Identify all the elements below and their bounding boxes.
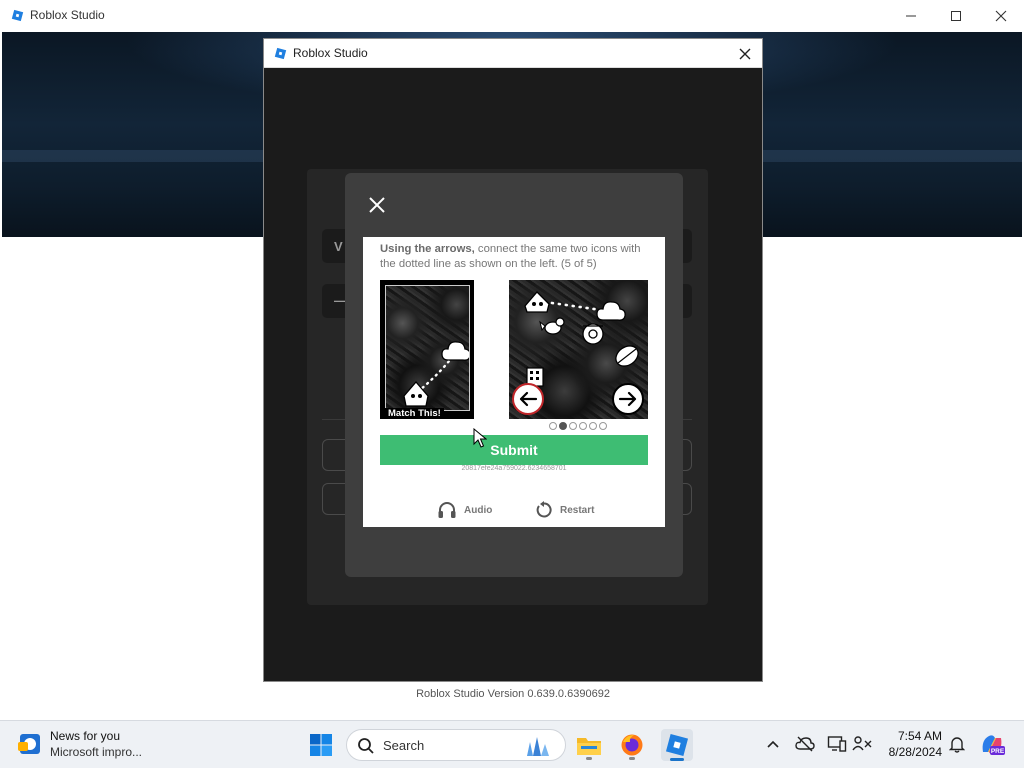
cloud-icon: [596, 301, 626, 321]
roblox-logo-icon: [11, 9, 24, 22]
restart-icon: [536, 501, 552, 518]
progress-dot: [579, 422, 587, 430]
arrow-right-icon: [618, 391, 637, 407]
minimize-button[interactable]: [888, 0, 934, 32]
audio-label: Audio: [464, 504, 493, 516]
bird-icon: [539, 317, 565, 335]
running-indicator: [629, 757, 635, 760]
submit-button[interactable]: Submit: [380, 435, 648, 465]
clock-time[interactable]: 7:54 AM: [880, 729, 942, 743]
progress-dot: [599, 422, 607, 430]
accessibility-status[interactable]: [851, 733, 873, 755]
outer-titlebar[interactable]: Roblox Studio: [0, 0, 1024, 32]
captcha-modal: Using the arrows, connect the same two i…: [345, 173, 683, 577]
close-icon: [995, 10, 1007, 22]
puzzle-image: [509, 280, 648, 419]
maximize-button[interactable]: [933, 0, 979, 32]
previous-arrow-button[interactable]: [512, 383, 544, 415]
mouse-cursor-icon: [473, 428, 487, 448]
copilot-button[interactable]: PRE: [976, 729, 1008, 761]
folder-icon: [577, 738, 601, 755]
news-widget-title[interactable]: News for you: [50, 729, 120, 743]
match-this-label: Match This!: [385, 408, 444, 419]
cloud-offline-icon: [795, 736, 815, 752]
news-widget-icon[interactable]: [16, 730, 44, 758]
close-icon: [369, 197, 385, 213]
show-hidden-icons-button[interactable]: [762, 733, 784, 755]
active-indicator: [670, 758, 684, 761]
dialog-titlebar[interactable]: Roblox Studio: [264, 39, 762, 68]
devices-icon: [827, 736, 847, 752]
roblox-studio-icon: [665, 733, 689, 757]
chevron-up-icon: [767, 740, 779, 748]
windows-logo-icon: [310, 734, 332, 756]
cloud-icon: [441, 341, 469, 361]
taskbar: News for you Microsoft impro... Search 7…: [0, 720, 1024, 768]
firefox-button[interactable]: [616, 729, 648, 761]
taskbar-search-box[interactable]: Search: [346, 729, 566, 761]
onedrive-status[interactable]: [794, 733, 816, 755]
minimize-icon: [906, 15, 916, 17]
file-explorer-button[interactable]: [573, 729, 605, 761]
reference-pattern: [403, 341, 469, 407]
restart-label: Restart: [560, 504, 595, 516]
login-dialog: Roblox Studio V — Using the arrows, conn…: [263, 38, 763, 682]
bell-icon: [949, 737, 965, 753]
start-button[interactable]: [305, 729, 337, 761]
notifications-button[interactable]: [946, 733, 968, 755]
restart-button[interactable]: Restart: [535, 499, 594, 521]
search-label: Search: [383, 738, 425, 753]
accessibility-icon: [852, 736, 872, 751]
captcha-instruction: Using the arrows, connect the same two i…: [380, 242, 650, 272]
reference-image-canvas: [385, 285, 470, 411]
leaf-icon: [615, 345, 639, 367]
dialog-close-button[interactable]: [734, 43, 756, 65]
dialog-title: Roblox Studio: [293, 46, 368, 60]
puzzle-progress-dots: [549, 422, 607, 430]
outer-close-button[interactable]: [978, 0, 1024, 32]
running-indicator: [586, 757, 592, 760]
session-id: 20817efe24a759022.6234658701: [461, 465, 567, 472]
progress-dot: [569, 422, 577, 430]
gear-icon: [582, 323, 604, 345]
roblox-logo-icon: [274, 47, 287, 60]
outer-window-title: Roblox Studio: [30, 8, 105, 22]
copilot-icon: PRE: [982, 735, 1005, 755]
devices-status[interactable]: [826, 733, 848, 755]
news-widget-subtitle[interactable]: Microsoft impro...: [50, 745, 142, 759]
house-animal-icon: [403, 381, 429, 407]
progress-dot: [549, 422, 557, 430]
backdrop-peek-text: V: [334, 239, 343, 254]
version-text: Roblox Studio Version 0.639.0.6390692: [416, 688, 610, 700]
progress-dot-active: [559, 422, 567, 430]
roblox-studio-taskbar-button[interactable]: [661, 729, 693, 761]
search-highlight-icon: [527, 737, 549, 756]
next-arrow-button[interactable]: [612, 383, 644, 415]
instruction-bold: Using the arrows,: [380, 243, 475, 255]
close-icon: [739, 48, 751, 60]
reference-image: Match This!: [380, 280, 474, 419]
headphones-icon: [438, 502, 456, 518]
captcha-card: Using the arrows, connect the same two i…: [363, 237, 665, 527]
search-icon: [358, 738, 374, 754]
progress-dot: [589, 422, 597, 430]
house-animal-icon: [524, 291, 550, 313]
arrow-left-icon: [519, 391, 538, 407]
audio-button[interactable]: Audio: [437, 499, 492, 521]
firefox-icon: [621, 734, 643, 756]
maximize-icon: [951, 11, 961, 21]
captcha-close-button[interactable]: [365, 193, 389, 217]
clock-date[interactable]: 8/28/2024: [872, 745, 942, 759]
copilot-badge: PRE: [991, 748, 1005, 755]
